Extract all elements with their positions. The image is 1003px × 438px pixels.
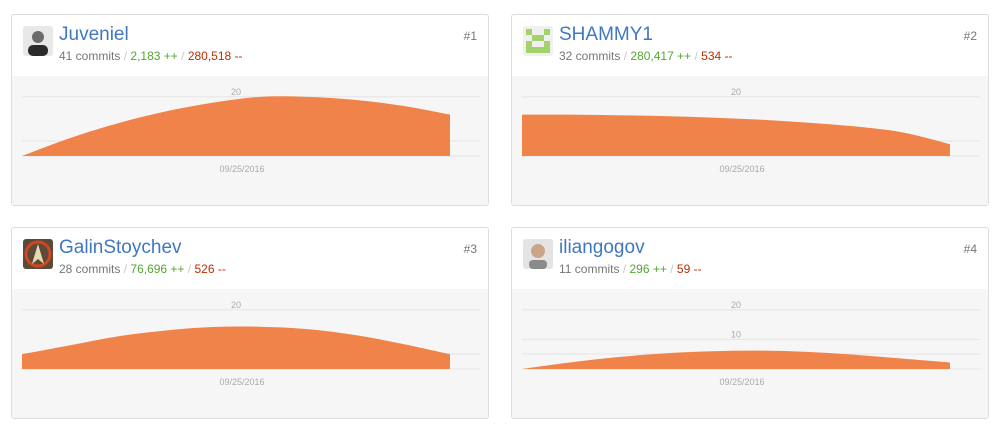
commit-area-series[interactable]	[22, 326, 450, 369]
commit-count: 28 commits	[59, 262, 121, 276]
rank-badge: #4	[963, 242, 977, 256]
stats-separator: /	[694, 49, 698, 63]
y-tick-label: 20	[731, 300, 741, 310]
commit-stats: 11 commits / 296 ++ / 59 --	[559, 262, 702, 276]
x-tick-label: 09/25/2016	[719, 164, 764, 174]
chart-svg: 20 09/25/2016	[22, 300, 480, 387]
stats-separator: /	[670, 262, 674, 276]
commit-stats: 41 commits / 2,183 ++ / 280,518 --	[59, 49, 243, 63]
rank-badge: #3	[463, 242, 477, 256]
card-header: Juveniel 41 commits / 2,183 ++ / 280,518…	[12, 15, 488, 76]
contributor-card: GalinStoychev 28 commits / 76,696 ++ / 5…	[11, 227, 489, 419]
commit-count: 11 commits	[559, 262, 620, 276]
username-link[interactable]: iliangogov	[559, 237, 645, 259]
deletions-count: 534 --	[701, 49, 733, 63]
y-tick-label: 20	[231, 87, 241, 97]
additions-count: 296 ++	[629, 262, 667, 276]
username-link[interactable]: GalinStoychev	[59, 237, 182, 259]
contributor-card: SHAMMY1 32 commits / 280,417 ++ / 534 --…	[511, 14, 989, 206]
commit-stats: 32 commits / 280,417 ++ / 534 --	[559, 49, 733, 63]
stats-separator: /	[123, 262, 128, 276]
user-photo-icon[interactable]	[23, 26, 53, 56]
y-tick-label: 20	[731, 87, 741, 97]
y-tick-label: 20	[231, 300, 241, 310]
y-tick-label: 10	[731, 329, 741, 339]
deletions-count: 280,518 --	[187, 49, 243, 63]
username-link[interactable]: Juveniel	[59, 24, 129, 46]
card-header: SHAMMY1 32 commits / 280,417 ++ / 534 --…	[512, 15, 988, 76]
commit-activity-chart: 20 09/25/2016	[12, 76, 488, 205]
additions-count: 2,183 ++	[130, 49, 178, 63]
x-tick-label: 09/25/2016	[719, 377, 764, 387]
commit-activity-chart: 20 10 09/25/2016	[512, 289, 988, 418]
contributor-card: Juveniel 41 commits / 2,183 ++ / 280,518…	[11, 14, 489, 206]
commit-area-series[interactable]	[522, 350, 950, 369]
commit-area-series[interactable]	[522, 114, 950, 156]
pixel-identicon-icon[interactable]	[523, 26, 553, 56]
username-link[interactable]: SHAMMY1	[559, 24, 653, 46]
chart-svg: 20 10 09/25/2016	[522, 300, 980, 387]
stats-separator: /	[187, 262, 192, 276]
commit-area-series[interactable]	[22, 96, 450, 156]
chart-svg: 20 09/25/2016	[522, 87, 980, 174]
stats-separator: /	[181, 49, 185, 63]
commit-count: 32 commits	[559, 49, 621, 63]
deletions-count: 59 --	[676, 262, 702, 276]
emblem-avatar-icon[interactable]	[23, 239, 53, 269]
contributor-card: iliangogov 11 commits / 296 ++ / 59 -- #…	[511, 227, 989, 419]
commit-activity-chart: 20 09/25/2016	[12, 289, 488, 418]
x-tick-label: 09/25/2016	[219, 377, 264, 387]
card-header: GalinStoychev 28 commits / 76,696 ++ / 5…	[12, 228, 488, 289]
user-photo-icon[interactable]	[523, 239, 553, 269]
commit-activity-chart: 20 09/25/2016	[512, 76, 988, 205]
deletions-count: 526 --	[194, 262, 226, 276]
stats-separator: /	[123, 49, 128, 63]
additions-count: 76,696 ++	[130, 262, 185, 276]
rank-badge: #1	[463, 29, 477, 43]
card-header: iliangogov 11 commits / 296 ++ / 59 -- #…	[512, 228, 988, 289]
commit-count: 41 commits	[59, 49, 121, 63]
stats-separator: /	[622, 262, 627, 276]
chart-svg: 20 09/25/2016	[22, 87, 480, 174]
additions-count: 280,417 ++	[630, 49, 692, 63]
x-tick-label: 09/25/2016	[219, 164, 264, 174]
commit-stats: 28 commits / 76,696 ++ / 526 --	[59, 262, 226, 276]
rank-badge: #2	[963, 29, 977, 43]
stats-separator: /	[623, 49, 628, 63]
